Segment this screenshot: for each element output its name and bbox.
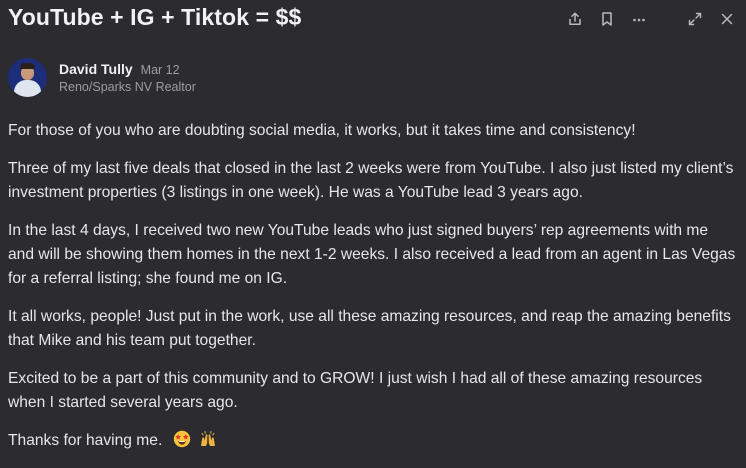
author-role: Reno/Sparks NV Realtor bbox=[59, 80, 196, 94]
star-struck-emoji-icon bbox=[173, 430, 191, 456]
expand-icon[interactable] bbox=[684, 8, 706, 30]
post-paragraph: Three of my last five deals that closed … bbox=[8, 160, 734, 201]
post-paragraph: For those of you who are doubting social… bbox=[8, 122, 636, 139]
author-info: David Tully Mar 12 Reno/Sparks NV Realto… bbox=[59, 61, 196, 94]
post-paragraph: Thanks for having me. bbox=[8, 432, 163, 449]
post-title: YouTube + IG + Tiktok = $$ bbox=[8, 4, 302, 30]
post-toolbar bbox=[564, 8, 738, 30]
more-icon[interactable] bbox=[628, 8, 650, 30]
post-paragraph: In the last 4 days, I received two new Y… bbox=[8, 222, 736, 287]
author-block: David Tully Mar 12 Reno/Sparks NV Realto… bbox=[8, 58, 196, 97]
close-icon[interactable] bbox=[716, 8, 738, 30]
post-body: For those of you who are doubting social… bbox=[8, 119, 738, 456]
share-icon[interactable] bbox=[564, 8, 586, 30]
post-paragraph: Excited to be a part of this community a… bbox=[8, 370, 703, 411]
post-date: Mar 12 bbox=[140, 63, 180, 77]
post-closing-line: Thanks for having me. bbox=[8, 429, 738, 456]
raising-hands-emoji-icon bbox=[199, 430, 217, 456]
post-paragraph: It all works, people! Just put in the wo… bbox=[8, 308, 731, 349]
post-panel: YouTube + IG + Tiktok = $$ David Tully M… bbox=[0, 0, 746, 468]
avatar[interactable] bbox=[8, 58, 47, 97]
author-name[interactable]: David Tully bbox=[59, 61, 133, 77]
bookmark-icon[interactable] bbox=[596, 8, 618, 30]
